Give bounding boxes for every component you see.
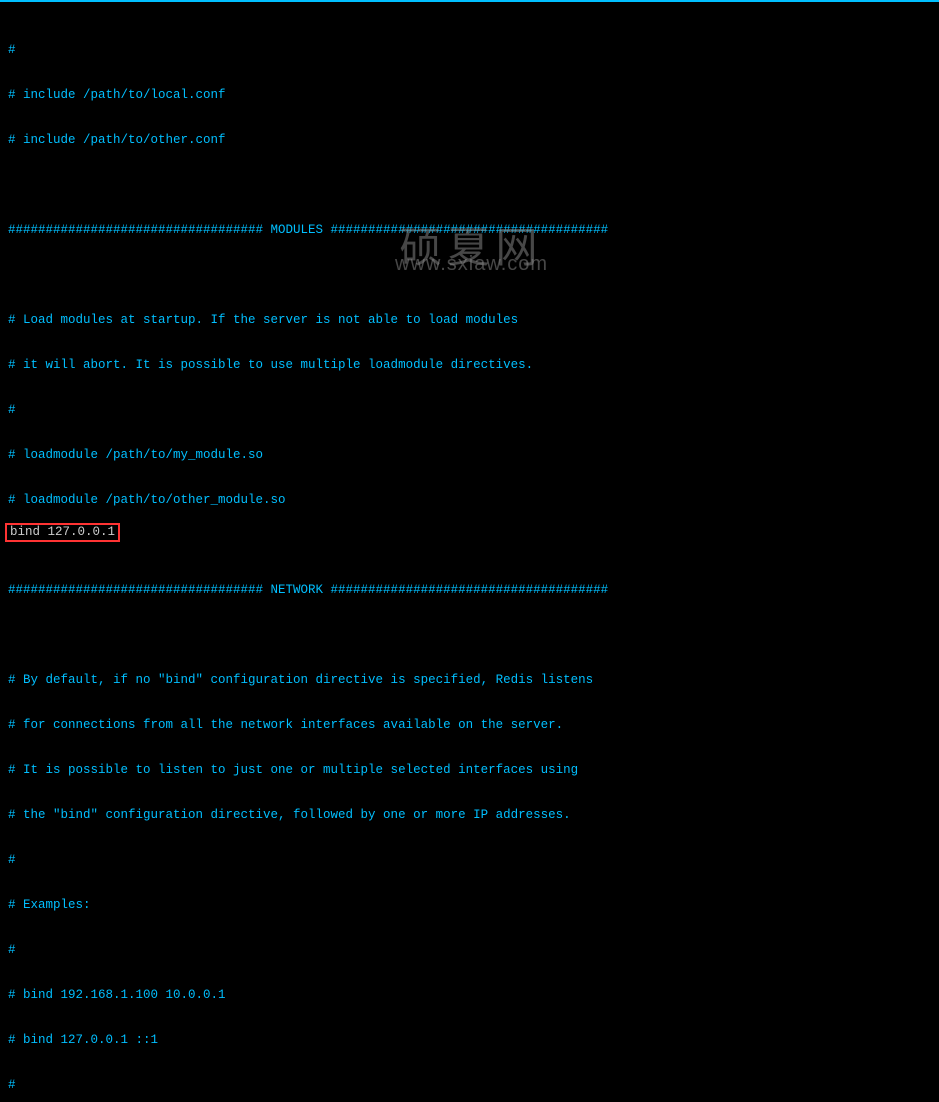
- config-line: # include /path/to/local.conf: [8, 88, 931, 103]
- config-line: # bind 127.0.0.1 ::1: [8, 1033, 931, 1048]
- config-line: [8, 268, 931, 283]
- config-line: # for connections from all the network i…: [8, 718, 931, 733]
- config-line: # the "bind" configuration directive, fo…: [8, 808, 931, 823]
- config-line: # include /path/to/other.conf: [8, 133, 931, 148]
- config-line: # By default, if no "bind" configuration…: [8, 673, 931, 688]
- config-line: # loadmodule /path/to/other_module.so: [8, 493, 931, 508]
- config-line: #: [8, 403, 931, 418]
- config-line: #: [8, 43, 931, 58]
- terminal-viewport[interactable]: # # include /path/to/local.conf # includ…: [0, 0, 939, 1102]
- window-top-border: [0, 0, 939, 2]
- config-line: [8, 178, 931, 193]
- config-line: # bind 192.168.1.100 10.0.0.1: [8, 988, 931, 1003]
- config-line: [8, 628, 931, 643]
- config-line: #: [8, 943, 931, 958]
- config-line: # it will abort. It is possible to use m…: [8, 358, 931, 373]
- highlighted-bind-directive: bind 127.0.0.1: [5, 523, 120, 542]
- config-line: # It is possible to listen to just one o…: [8, 763, 931, 778]
- config-line: # Load modules at startup. If the server…: [8, 313, 931, 328]
- config-line: #: [8, 1078, 931, 1093]
- terminal-scrollbar[interactable]: [933, 2, 939, 551]
- bind-config-text: bind 127.0.0.1: [10, 525, 115, 539]
- config-line: # loadmodule /path/to/my_module.so: [8, 448, 931, 463]
- config-line: # Examples:: [8, 898, 931, 913]
- config-line: #: [8, 853, 931, 868]
- config-line: ################################## MODUL…: [8, 223, 931, 238]
- config-line: ################################## NETWO…: [8, 583, 931, 598]
